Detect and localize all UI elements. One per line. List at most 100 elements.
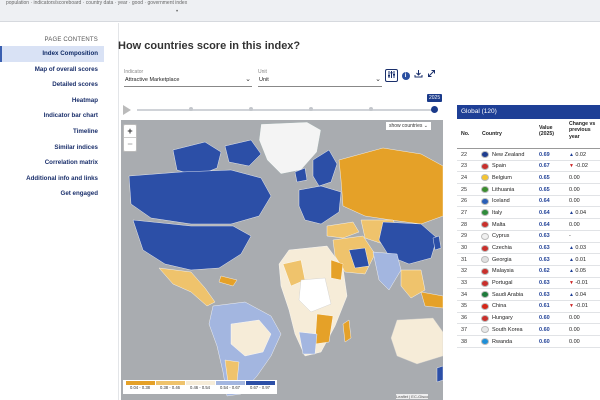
change-value: 0.03 [575, 245, 587, 251]
rank-number: 33 [461, 280, 468, 287]
country-value: 0.63 [539, 280, 550, 287]
change-cell: 0.00 [569, 222, 580, 228]
table-row[interactable]: 23 Spain 0.67 ▼ -0.02 [457, 161, 600, 173]
flag-icon [481, 209, 489, 217]
download-icon[interactable] [412, 69, 425, 82]
filter-sliders-icon[interactable] [385, 69, 398, 82]
unit-value: Unit [259, 77, 269, 83]
table-row[interactable]: 25 Lithuania 0.65 0.00 [457, 184, 600, 196]
country-name: China [492, 303, 507, 310]
table-row[interactable]: 22 New Zealand 0.69 ▲ 0.02 [457, 149, 600, 161]
change-value: 0.01 [575, 256, 587, 263]
timeline-tick[interactable] [309, 107, 313, 111]
info-glyph: i [401, 72, 410, 80]
change-value: -0.01 [575, 280, 588, 287]
flag-icon [481, 256, 489, 264]
change-value: 0.00 [569, 198, 580, 205]
sidebar-item-get-engaged[interactable]: Get engaged [0, 186, 104, 202]
legend-label: 0.67 - 0.97 [249, 385, 271, 390]
table-row[interactable]: 29 Cyprus 0.63 - [457, 231, 600, 243]
flag-icon [481, 162, 489, 170]
flag-icon [481, 279, 489, 287]
country-shape [436, 365, 443, 383]
sidebar-item-additional-info-and-links[interactable]: Additional info and links [0, 171, 104, 187]
timeline-handle[interactable] [431, 106, 438, 113]
table-header: No. Country Value (2025) Change vs previ… [457, 119, 600, 149]
indicator-select[interactable]: Attractive Marketplace ⌄ [124, 75, 252, 87]
table-row[interactable]: 31 Georgia 0.63 ▲ 0.01 [457, 254, 600, 266]
sidebar-item-map-of-overall-scores[interactable]: Map of overall scores [0, 62, 104, 78]
table-row[interactable]: 32 Malaysia 0.62 ▲ 0.05 [457, 266, 600, 278]
sidebar-item-detailed-scores[interactable]: Detailed scores [0, 77, 104, 93]
change-value: -0.01 [575, 303, 588, 310]
timeline-track[interactable] [137, 109, 437, 111]
change-cell: ▲ 0.05 [569, 268, 586, 274]
expand-icon[interactable] [425, 69, 438, 82]
country-shape [158, 267, 216, 307]
change-cell: ▼ -0.01 [569, 303, 588, 309]
zoom-in-button[interactable]: + [124, 125, 136, 138]
table-row[interactable]: 30 Czechia 0.63 ▲ 0.03 [457, 243, 600, 255]
sidebar-item-correlation-matrix[interactable]: Correlation matrix [0, 155, 104, 171]
info-icon[interactable]: i [399, 69, 412, 82]
change-value: 0.00 [569, 221, 580, 228]
country-name: Czechia [492, 245, 512, 251]
table-row[interactable]: 27 Italy 0.64 ▲ 0.04 [457, 207, 600, 220]
flag-icon [481, 186, 489, 194]
sidebar-item-timeline[interactable]: Timeline [0, 124, 104, 140]
country-name: Portugal [492, 280, 513, 287]
download-glyph [414, 70, 423, 78]
country-name: Belgium [492, 174, 512, 181]
table-row[interactable]: 34 Saudi Arabia 0.63 ▲ 0.04 [457, 289, 600, 301]
unit-select[interactable]: Unit ⌄ [258, 75, 382, 87]
country-name: Spain [492, 163, 507, 170]
timeline-tick[interactable] [249, 107, 253, 111]
year-timeline[interactable]: 2025 [123, 94, 443, 120]
country-value: 0.60 [539, 315, 550, 322]
change-value: 0.00 [569, 186, 580, 193]
show-countries-dropdown[interactable]: show countries ⌄ [386, 122, 431, 130]
col-value: Value (2025) [539, 125, 554, 138]
rank-number: 31 [461, 256, 468, 263]
table-row[interactable]: 37 South Korea 0.60 0.00 [457, 324, 600, 336]
table-row[interactable]: 24 Belgium 0.65 0.00 [457, 172, 600, 185]
timeline-year-badge: 2025 [427, 94, 443, 102]
table-row[interactable]: 38 Rwanda 0.60 0.00 [457, 336, 600, 348]
table-row[interactable]: 35 China 0.61 ▼ -0.01 [457, 301, 600, 313]
flag-icon [481, 302, 489, 310]
country-shape [132, 219, 252, 271]
change-cell: ▲ 0.04 [569, 292, 586, 298]
rank-number: 36 [461, 315, 468, 322]
legend-item: 0.67 - 0.97 [245, 381, 275, 393]
indicator-value: Attractive Marketplace [125, 77, 180, 83]
timeline-tick[interactable] [369, 107, 373, 111]
country-shape [372, 251, 402, 291]
country-value: 0.69 [539, 151, 550, 158]
sidebar-item-similar-indices[interactable]: Similar indices [0, 140, 104, 156]
choropleth-map[interactable] [121, 120, 443, 400]
table-row[interactable]: 33 Portugal 0.63 ▼ -0.01 [457, 278, 600, 290]
sidebar-item-index-composition[interactable]: Index Composition [0, 46, 104, 62]
change-cell: 0.00 [569, 315, 580, 321]
world-map-svg [128, 121, 443, 397]
change-value: 0.00 [569, 315, 580, 322]
table-row[interactable]: 26 Iceland 0.64 0.00 [457, 196, 600, 208]
sidebar-item-heatmap[interactable]: Heatmap [0, 93, 104, 109]
sliders-glyph [388, 71, 395, 78]
table-row[interactable]: 36 Hungary 0.60 0.00 [457, 313, 600, 325]
page-contents-list: Index Composition Map of overall scores De… [0, 46, 104, 202]
country-value: 0.63 [539, 256, 550, 263]
country-value: 0.63 [539, 291, 550, 298]
sidebar-item-indicator-bar-chart[interactable]: Indicator bar chart [0, 108, 104, 124]
table-row[interactable]: 28 Malta 0.64 0.00 [457, 219, 600, 231]
legend-label: 0.46 - 0.54 [189, 385, 211, 390]
timeline-tick[interactable] [189, 107, 193, 111]
map-attribution[interactable]: Leaflet | EC-Gisco [396, 394, 429, 399]
url-text[interactable]: population · indicators/scoreboard · cou… [6, 0, 187, 6]
rank-number: 27 [461, 209, 468, 216]
country-value: 0.65 [539, 186, 550, 193]
flag-icon [481, 244, 489, 252]
play-icon[interactable] [123, 105, 131, 115]
zoom-out-button[interactable]: − [124, 138, 136, 151]
country-shape [128, 169, 272, 225]
